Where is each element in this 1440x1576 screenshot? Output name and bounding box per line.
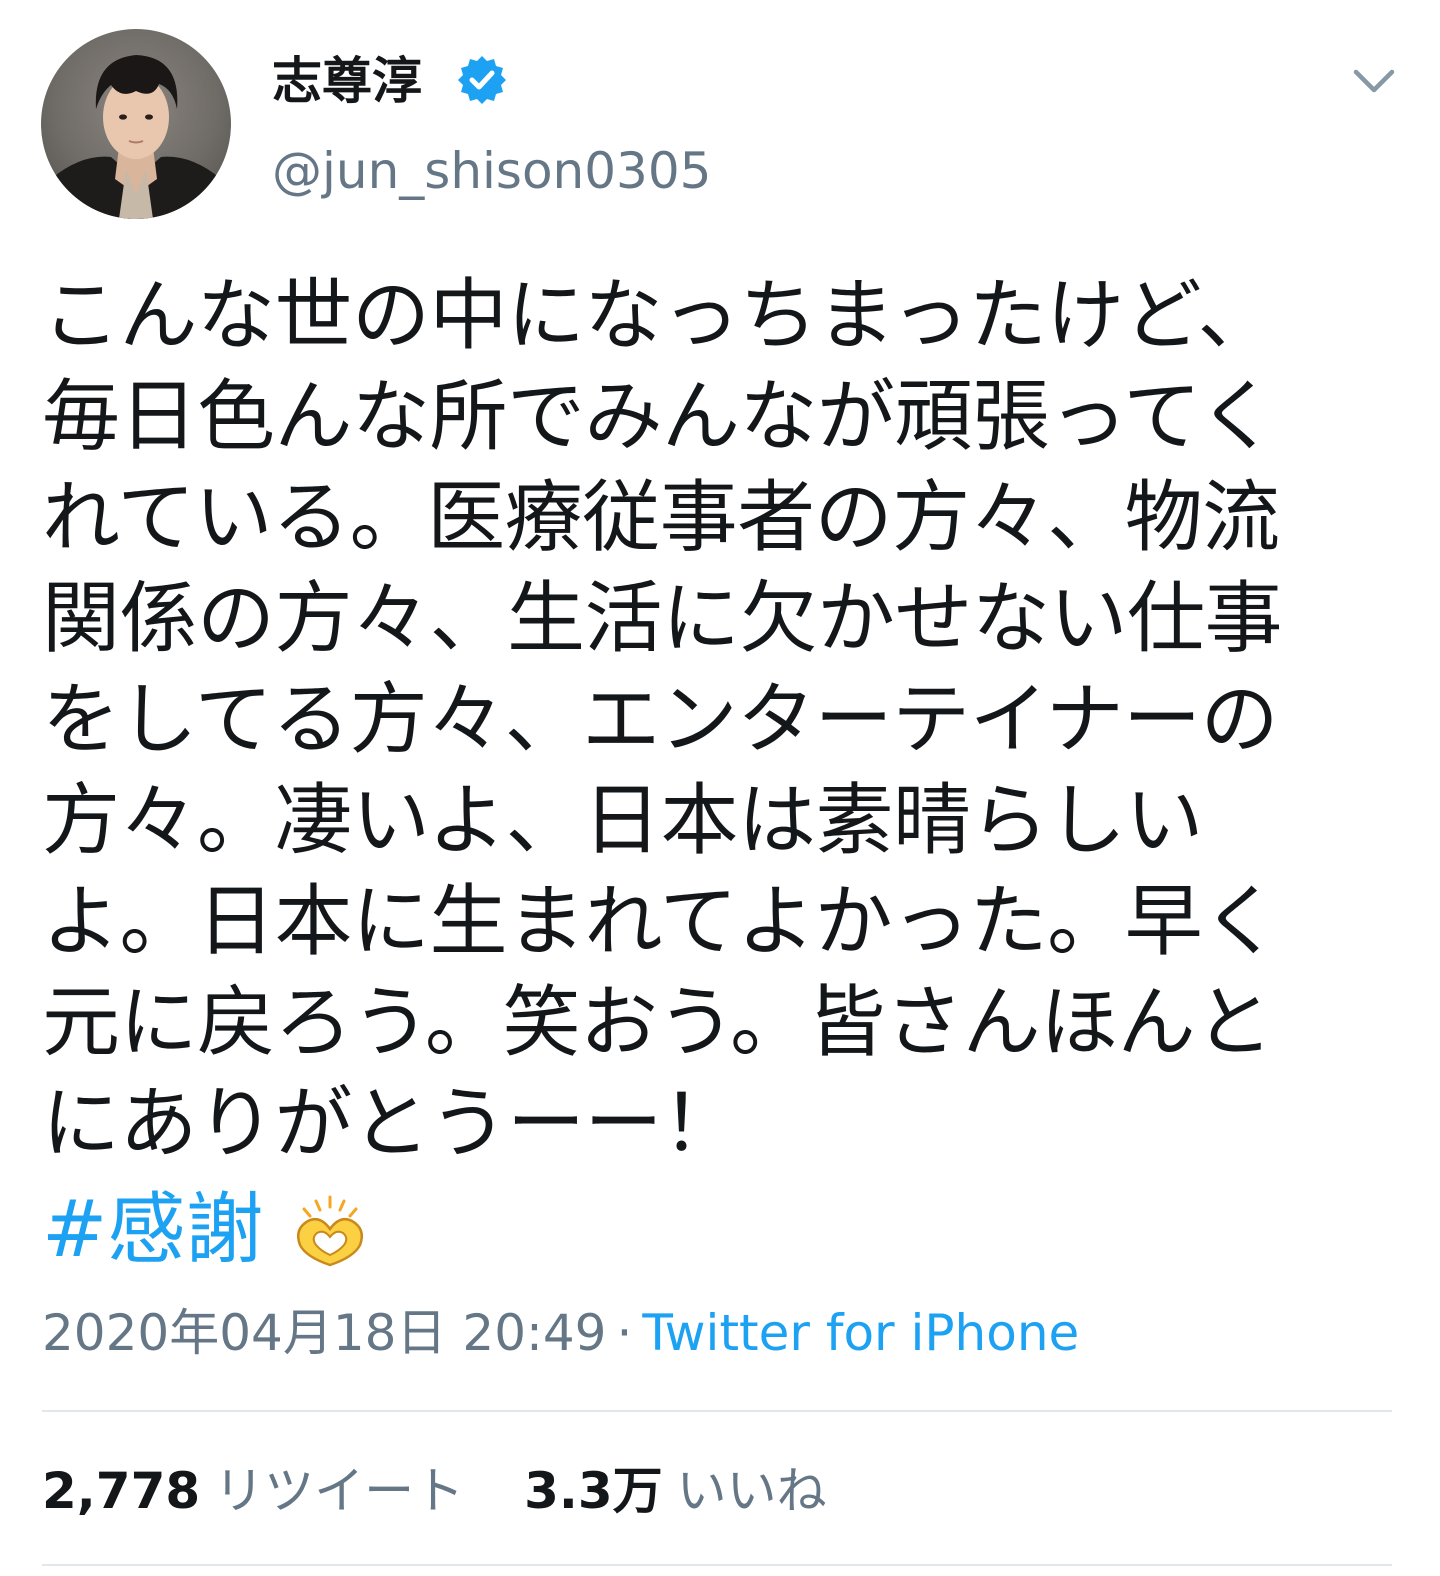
meta-separator: ·: [616, 1304, 633, 1362]
likes-label: いいね: [676, 1462, 827, 1520]
source-link[interactable]: Twitter for iPhone: [642, 1304, 1079, 1362]
user-handle[interactable]: @jun_shison0305: [272, 140, 711, 202]
likes-stat[interactable]: 3.3万 いいね: [524, 1458, 827, 1524]
tweet-text-line: れている。医療従事者の方々、物流: [42, 473, 1280, 563]
tweet-text-line: にありがとうーー！: [42, 1079, 740, 1169]
retweets-count: 2,778: [42, 1462, 201, 1520]
divider: [42, 1410, 1392, 1412]
tweet-text-line: こんな世の中になっちまったけど、: [42, 271, 1275, 361]
tweet-text-line: 毎日色んな所でみんなが頑張ってく: [42, 372, 1276, 462]
likes-count: 3.3万: [524, 1462, 663, 1520]
tweet-card: 志尊淳 @jun_shison0305 こんな世の中になっちまったけど、 毎日色…: [0, 0, 1440, 1576]
retweets-label: リツイート: [214, 1462, 465, 1520]
tweet-text-line: をしてる方々、エンターテイナーの: [42, 675, 1279, 765]
timestamp[interactable]: 2020年04月18日 20:49: [42, 1304, 606, 1362]
tweet-stats: 2,778 リツイート 3.3万 いいね: [42, 1458, 871, 1524]
retweets-stat[interactable]: 2,778 リツイート: [42, 1458, 464, 1524]
chevron-down-icon[interactable]: [1346, 58, 1402, 102]
tweet-text-line: よ。日本に生まれてよかった。早く: [42, 877, 1280, 967]
tweet-text-line: 関係の方々、生活に欠かせない仕事: [42, 574, 1283, 664]
tweet-text: こんな世の中になっちまったけど、 毎日色んな所でみんなが頑張ってく れている。医…: [42, 266, 1372, 1175]
tweet-meta: 2020年04月18日 20:49 · Twitter for iPhone: [42, 1300, 1079, 1366]
heart-hands-icon: [297, 1195, 364, 1266]
tweet-text-line: 元に戻ろう。笑おう。皆さんほんと: [42, 978, 1273, 1068]
verified-badge-icon: [458, 56, 506, 104]
tweet-text-line: 方々。凄いよ、日本は素晴らしい: [42, 776, 1203, 866]
hashtag-link[interactable]: #感謝: [42, 1185, 263, 1275]
display-name[interactable]: 志尊淳: [272, 50, 422, 112]
hashtag-row: #感謝: [42, 1180, 370, 1281]
avatar[interactable]: [41, 29, 231, 219]
divider: [42, 1564, 1392, 1566]
